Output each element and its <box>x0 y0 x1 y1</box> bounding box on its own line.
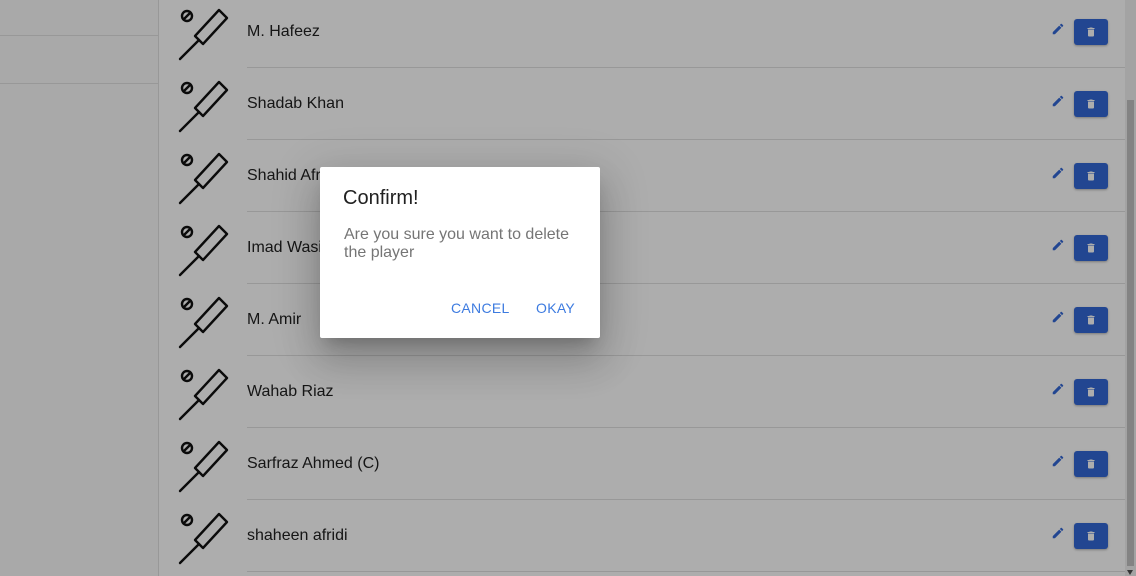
confirm-dialog: Confirm! Are you sure you want to delete… <box>320 167 600 338</box>
dialog-message: Are you sure you want to delete the play… <box>344 226 570 261</box>
okay-button[interactable]: OKAY <box>536 300 575 316</box>
cancel-button[interactable]: CANCEL <box>451 300 510 316</box>
app: M. Hafeez Shadab Khan Shahid Afridi Imad Wa… <box>0 0 1136 576</box>
dialog-title: Confirm! <box>343 187 419 209</box>
